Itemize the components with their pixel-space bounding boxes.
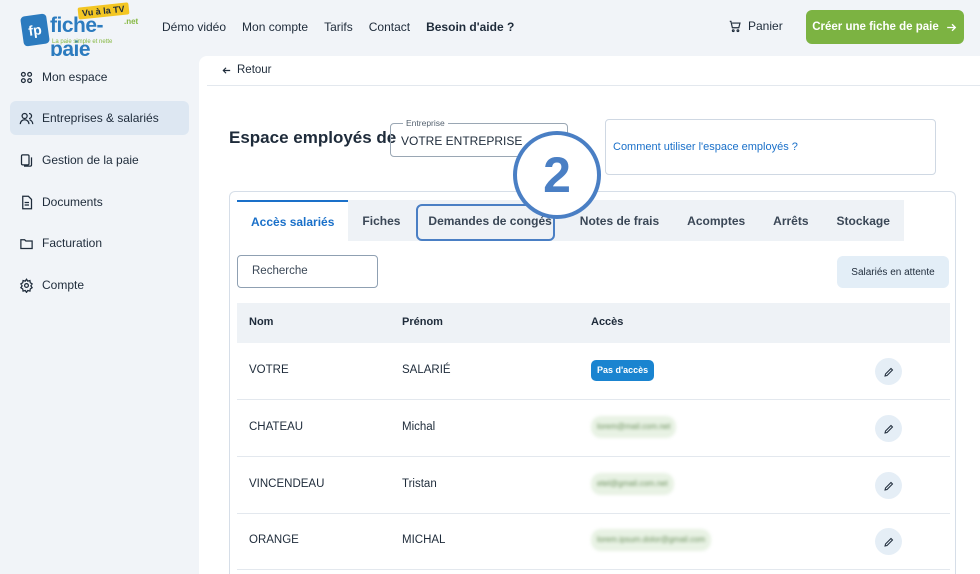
sidebar-item-label: Compte (42, 278, 85, 292)
tab-acomptes[interactable]: Acomptes (673, 200, 759, 241)
cell-prenom: Tristan (402, 478, 437, 490)
cart-link[interactable]: Panier (728, 19, 783, 33)
pencil-icon (883, 424, 893, 434)
arrow-right-icon (946, 23, 957, 31)
help-box: Comment utiliser l'espace employés ? (605, 119, 936, 175)
email-pill: lorem.ipsum.dolor@gmail.com (591, 529, 712, 551)
sidebar-item-label: Documents (42, 195, 103, 209)
logo-tagline: La paie simple et nette (52, 39, 113, 45)
folder-icon (20, 238, 33, 249)
main-content: Retour Espace employés de Entreprise VOT… (199, 56, 980, 574)
grid-icon (20, 71, 33, 83)
cart-label: Panier (748, 19, 783, 33)
cell-nom: VOTRE (249, 364, 289, 376)
sidebar-item-mon-espace[interactable]: Mon espace (10, 60, 189, 94)
sidebar-item-label: Entreprises & salariés (42, 111, 159, 125)
column-header-prenom: Prénom (402, 316, 443, 328)
users-icon (19, 112, 34, 124)
cell-nom: ORANGE (249, 534, 299, 546)
cell-nom: VINCENDEAU (249, 478, 325, 490)
cart-icon (729, 20, 741, 33)
pending-employees-button[interactable]: Salariés en attente (837, 256, 949, 288)
sidebar-item-label: Mon espace (42, 70, 108, 84)
edit-button[interactable] (875, 415, 902, 442)
table-row: VOTRE SALARIÉ Pas d'accès (237, 343, 950, 400)
brand-logo[interactable]: fp fiche-paie Vu à la TV .net La paie si… (20, 2, 139, 61)
sidebar-item-documents[interactable]: Documents (10, 185, 189, 219)
edit-button[interactable] (875, 528, 902, 555)
sidebar-item-label: Facturation (42, 236, 103, 250)
nav-tarifs[interactable]: Tarifs (324, 20, 353, 34)
back-link[interactable]: Retour (221, 64, 272, 76)
step-badge: 2 (513, 131, 601, 219)
sidebar-item-compte[interactable]: Compte (10, 268, 189, 302)
tab-fiches[interactable]: Fiches (348, 200, 414, 241)
sidebar-item-label: Gestion de la paie (42, 153, 139, 167)
main-nav: Démo vidéo Mon compte Tarifs Contact Bes… (162, 20, 514, 34)
sidebar: Mon espace Entreprises & salariés Gestio… (0, 56, 199, 574)
gear-icon (20, 277, 33, 293)
cell-prenom: Michal (402, 421, 436, 433)
nav-demo-video[interactable]: Démo vidéo (162, 20, 226, 34)
pencil-icon (883, 537, 893, 547)
column-header-acces: Accès (591, 316, 624, 328)
search-input[interactable]: Recherche (237, 255, 378, 288)
cell-nom: CHATEAU (249, 421, 304, 433)
arrow-left-icon (222, 66, 231, 74)
cta-label: Créer une fiche de paie (812, 21, 939, 33)
cell-prenom: SALARIÉ (402, 364, 451, 376)
document-icon (22, 195, 33, 209)
pencil-icon (883, 367, 893, 377)
help-link[interactable]: Comment utiliser l'espace employés ? (613, 141, 798, 153)
email-pill: lorem@mail.com.net (591, 416, 677, 438)
nav-help[interactable]: Besoin d'aide ? (426, 20, 514, 34)
no-access-badge: Pas d'accès (591, 360, 655, 381)
company-select-label: Entreprise (403, 118, 448, 128)
page-title: Espace employés de (229, 128, 397, 147)
email-pill: etel@gmail.com.net (591, 473, 674, 495)
sidebar-item-entreprises[interactable]: Entreprises & salariés (10, 101, 189, 135)
cell-prenom: MICHAL (402, 534, 446, 546)
logo-mark: fp (20, 13, 50, 47)
edit-button[interactable] (875, 472, 902, 499)
back-label: Retour (237, 64, 272, 76)
create-payslip-button[interactable]: Créer une fiche de paie (806, 10, 964, 44)
table-row: CHATEAU Michal lorem@mail.com.net (237, 400, 950, 457)
table-row: VINCENDEAU Tristan etel@gmail.com.net (237, 457, 950, 514)
tab-acces-salaries[interactable]: Accès salariés (237, 200, 349, 241)
pencil-icon (883, 481, 893, 491)
nav-contact[interactable]: Contact (369, 20, 410, 34)
company-select-value: VOTRE ENTREPRISE (401, 134, 523, 148)
sidebar-item-gestion-paie[interactable]: Gestion de la paie (10, 143, 189, 177)
logo-suffix: .net (124, 17, 139, 26)
top-header: fp fiche-paie Vu à la TV .net La paie si… (0, 0, 980, 61)
documents-icon (20, 153, 33, 167)
divider (207, 85, 980, 86)
tab-arrets[interactable]: Arrêts (759, 200, 822, 241)
table-row: ORANGE MICHAL lorem.ipsum.dolor@gmail.co… (237, 513, 950, 570)
tab-stockage[interactable]: Stockage (823, 200, 904, 241)
edit-button[interactable] (875, 358, 902, 385)
column-header-nom: Nom (249, 316, 274, 328)
sidebar-item-facturation[interactable]: Facturation (10, 226, 189, 260)
nav-mon-compte[interactable]: Mon compte (242, 20, 308, 34)
table-header: Nom Prénom Accès (237, 303, 950, 343)
